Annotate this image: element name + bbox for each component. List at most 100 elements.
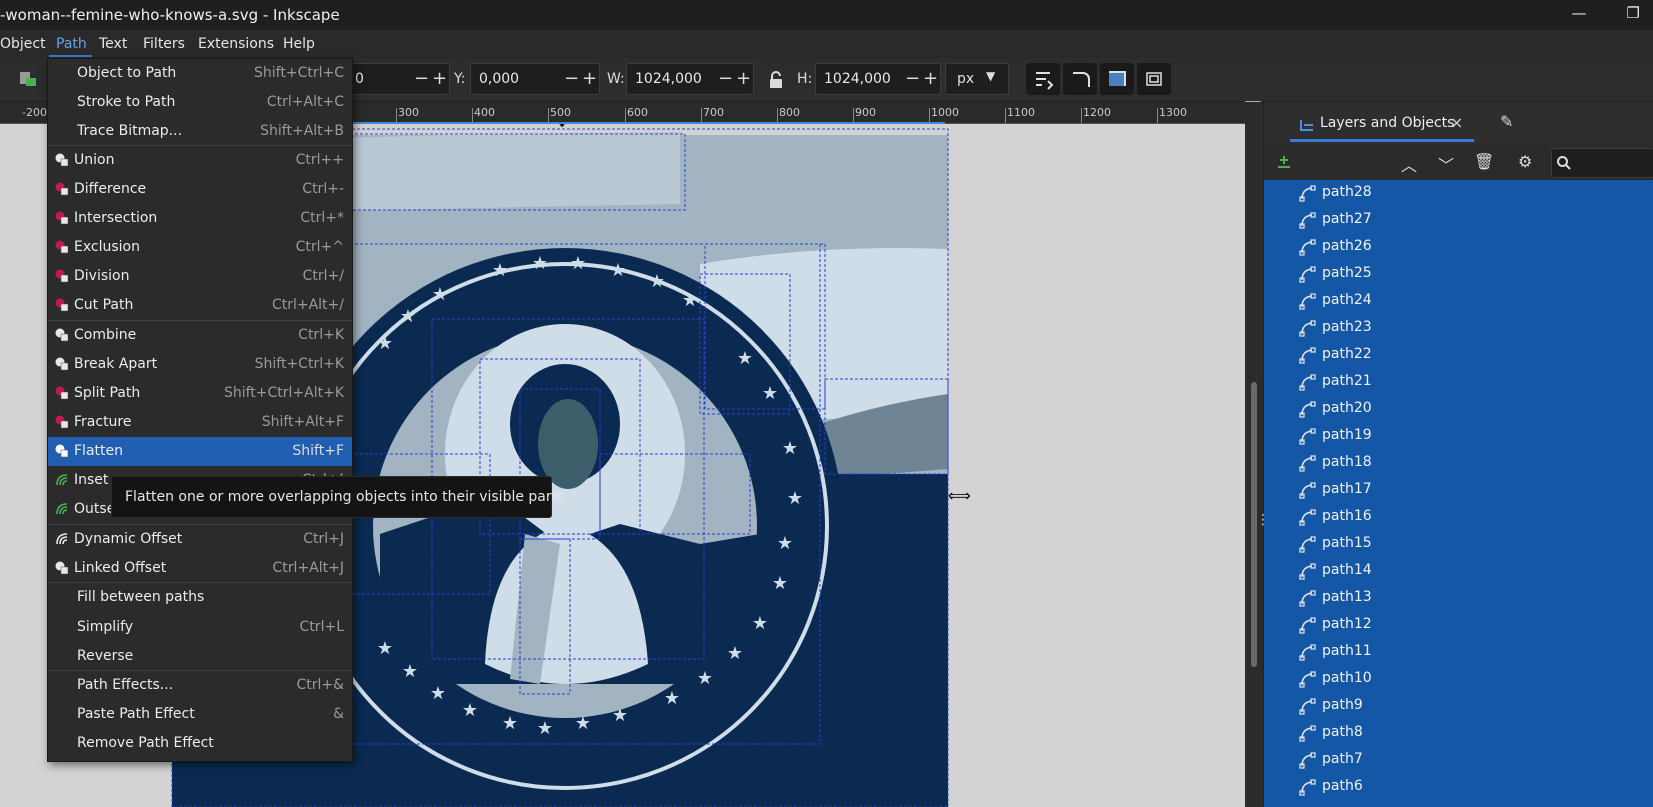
object-row-path16[interactable]: path16 [1264, 504, 1653, 531]
tab-layers-and-objects[interactable]: Layers and Objects × [1290, 110, 1474, 142]
object-row-path17[interactable]: path17 [1264, 477, 1653, 504]
raise-icon[interactable]: ︿ [1401, 152, 1417, 176]
menu-item-shortcut: Shift+Ctrl+Alt+K [223, 385, 344, 401]
object-row-path23[interactable]: path23 [1264, 315, 1653, 342]
object-row-path7[interactable]: path7 [1264, 747, 1653, 774]
menu-item-combine[interactable]: Combine Ctrl+K [48, 321, 352, 350]
object-row-path26[interactable]: path26 [1264, 234, 1653, 261]
edit-icon[interactable]: ✎ [1500, 112, 1513, 131]
ruler-tick: 300 [398, 106, 419, 119]
object-row-path27[interactable]: path27 [1264, 207, 1653, 234]
canvas-vertical-scrollbar[interactable] [1245, 102, 1263, 807]
path-object-icon [1299, 455, 1316, 472]
menu-item-split-path[interactable]: Split Path Shift+Ctrl+Alt+K [48, 379, 352, 408]
svg-text:★: ★ [727, 643, 743, 664]
menu-item-break-apart[interactable]: Break Apart Shift+Ctrl+K [48, 350, 352, 379]
unit-dropdown[interactable]: px ▼ [945, 63, 1009, 95]
object-name: path12 [1322, 616, 1372, 632]
object-row-path24[interactable]: path24 [1264, 288, 1653, 315]
menu-item-remove-path-effect[interactable]: Remove Path Effect [48, 729, 352, 758]
menu-item-difference[interactable]: Difference Ctrl+- [48, 175, 352, 204]
menu-help[interactable]: Help [283, 36, 315, 52]
menu-extensions[interactable]: Extensions [198, 36, 274, 52]
x-decrement[interactable]: − [414, 68, 429, 89]
menu-item-label: Path Effects... [77, 677, 174, 693]
h-decrement[interactable]: − [905, 68, 920, 89]
menu-item-label: Stroke to Path [77, 94, 176, 110]
object-row-path9[interactable]: path9 [1264, 693, 1653, 720]
h-increment[interactable]: + [923, 68, 938, 89]
menu-item-cut-path[interactable]: Cut Path Ctrl+Alt+/ [48, 291, 352, 320]
y-spinbox[interactable]: 0,000 − + [470, 63, 600, 95]
add-layer-icon[interactable] [1276, 154, 1292, 170]
restore-button[interactable]: ❐ [1620, 4, 1646, 26]
x-spinbox[interactable]: 0 − + [346, 63, 450, 95]
h-value: 1024,000 [824, 71, 891, 87]
object-row-path19[interactable]: path19 [1264, 423, 1653, 450]
menu-item-shortcut: Shift+F [292, 443, 344, 459]
menu-item-union[interactable]: Union Ctrl++ [48, 146, 352, 175]
object-row-path10[interactable]: path10 [1264, 666, 1653, 693]
object-row-path28[interactable]: path28 [1264, 180, 1653, 207]
menu-item-label: Trace Bitmap... [77, 123, 183, 139]
menu-object[interactable]: Object [0, 36, 46, 52]
path-object-icon [1299, 347, 1316, 364]
object-name: path18 [1322, 454, 1372, 470]
menu-item-fracture[interactable]: Fracture Shift+Alt+F [48, 408, 352, 437]
menu-item-simplify[interactable]: Simplify Ctrl+L [48, 613, 352, 642]
menu-item-flatten[interactable]: Flatten Shift+F [48, 437, 352, 466]
gear-icon[interactable]: ⚙ [1518, 152, 1532, 171]
move-gradients-toggle[interactable] [1100, 63, 1134, 95]
scale-corners-toggle[interactable] [1063, 63, 1097, 95]
object-row-path15[interactable]: path15 [1264, 531, 1653, 558]
x-increment[interactable]: + [432, 68, 447, 89]
menu-item-paste-path-effect[interactable]: Paste Path Effect & [48, 700, 352, 729]
menu-item-trace-bitmap[interactable]: Trace Bitmap... Shift+Alt+B [48, 117, 352, 146]
search-icon [1557, 156, 1571, 170]
menu-item-object-to-path[interactable]: Object to Path Shift+Ctrl+C [48, 59, 352, 88]
ruler-tick: 700 [703, 106, 724, 119]
menu-item-exclusion[interactable]: Exclusion Ctrl+^ [48, 233, 352, 262]
object-row-path14[interactable]: path14 [1264, 558, 1653, 585]
menu-item-reverse[interactable]: Reverse [48, 642, 352, 671]
select-same-icon[interactable] [18, 70, 38, 88]
object-row-path20[interactable]: path20 [1264, 396, 1653, 423]
menu-item-path-effects[interactable]: Path Effects... Ctrl+& [48, 671, 352, 700]
close-icon[interactable]: × [1450, 113, 1463, 132]
menu-text[interactable]: Text [99, 36, 127, 52]
menu-item-intersection[interactable]: Intersection Ctrl+* [48, 204, 352, 233]
w-label: W: [607, 71, 625, 87]
objects-list[interactable]: path28 path27 path26 path25 path24 path23 path… [1264, 180, 1653, 807]
w-spinbox[interactable]: 1024,000 − + [626, 63, 754, 95]
w-decrement[interactable]: − [718, 68, 733, 89]
search-field[interactable] [1551, 148, 1653, 178]
menu-item-stroke-to-path[interactable]: Stroke to Path Ctrl+Alt+C [48, 88, 352, 117]
y-increment[interactable]: + [582, 68, 597, 89]
object-row-path11[interactable]: path11 [1264, 639, 1653, 666]
object-row-path6[interactable]: path6 [1264, 774, 1653, 801]
menu-separator [48, 670, 352, 671]
menu-item-dynamic-offset[interactable]: Dynamic Offset Ctrl+J [48, 525, 352, 554]
menu-path[interactable]: Path [56, 36, 87, 52]
object-row-path22[interactable]: path22 [1264, 342, 1653, 369]
object-row-path13[interactable]: path13 [1264, 585, 1653, 612]
w-increment[interactable]: + [736, 68, 751, 89]
delete-icon[interactable]: 🗑 [1474, 152, 1494, 171]
y-decrement[interactable]: − [564, 68, 579, 89]
menu-item-fill-between-paths[interactable]: Fill between paths [48, 583, 352, 612]
menu-item-linked-offset[interactable]: Linked Offset Ctrl+Alt+J [48, 554, 352, 583]
object-row-path18[interactable]: path18 [1264, 450, 1653, 477]
object-row-path8[interactable]: path8 [1264, 720, 1653, 747]
scale-stroke-toggle[interactable] [1026, 63, 1060, 95]
h-spinbox[interactable]: 1024,000 − + [815, 63, 941, 95]
lower-icon[interactable]: ﹀ [1438, 152, 1454, 176]
object-row-path12[interactable]: path12 [1264, 612, 1653, 639]
menu-filters[interactable]: Filters [143, 36, 185, 52]
menu-item-shortcut: Shift+Alt+B [260, 123, 344, 139]
move-patterns-toggle[interactable] [1137, 63, 1171, 95]
object-row-path25[interactable]: path25 [1264, 261, 1653, 288]
menu-item-division[interactable]: Division Ctrl+/ [48, 262, 352, 291]
minimize-button[interactable]: — [1566, 4, 1592, 26]
lock-icon[interactable] [768, 71, 784, 89]
object-row-path21[interactable]: path21 [1264, 369, 1653, 396]
